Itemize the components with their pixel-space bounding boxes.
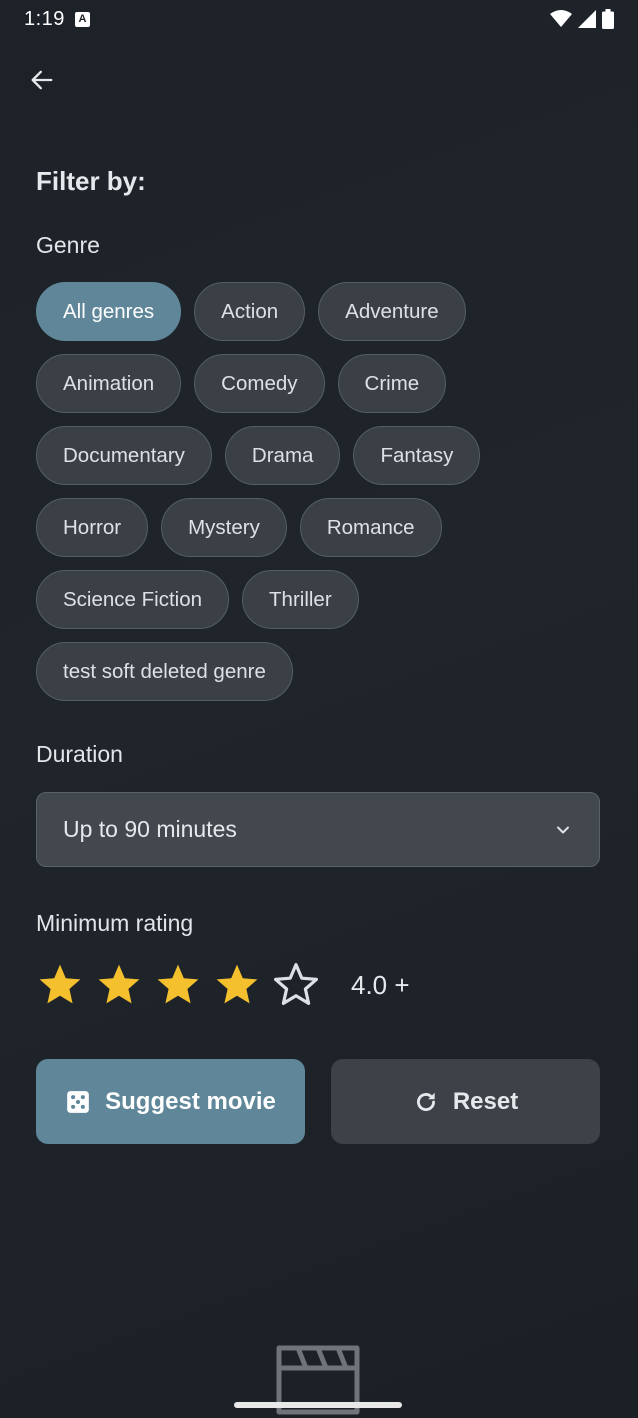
status-time: 1:19 <box>24 7 65 30</box>
star-filled-icon[interactable] <box>95 961 143 1009</box>
rating-value: 4.0 + <box>351 969 410 1000</box>
reset-label: Reset <box>452 1087 519 1115</box>
genre-chip-row: test soft deleted genre <box>36 642 596 701</box>
reset-button[interactable]: Reset <box>331 1059 600 1144</box>
home-indicator[interactable] <box>234 1402 402 1408</box>
duration-label: Duration <box>36 741 123 767</box>
wifi-icon <box>550 10 572 27</box>
star-filled-icon[interactable] <box>154 961 202 1009</box>
notification-badge-icon: A <box>74 11 90 27</box>
genre-chip[interactable]: Mystery <box>161 498 287 557</box>
signal-icon <box>578 10 596 28</box>
genre-chip[interactable]: Documentary <box>36 426 212 485</box>
chevron-down-icon <box>553 820 573 840</box>
star-filled-icon[interactable] <box>36 961 84 1009</box>
genre-chip-row: Horror Mystery Romance <box>36 498 596 557</box>
genre-chip-row: Animation Comedy Crime <box>36 354 596 413</box>
suggest-movie-button[interactable]: Suggest movie <box>36 1059 305 1144</box>
genre-chip[interactable]: Crime <box>337 354 447 413</box>
genre-chip[interactable]: Thriller <box>242 570 359 629</box>
rating-label: Minimum rating <box>36 910 194 936</box>
genre-chip[interactable]: Science Fiction <box>36 570 230 629</box>
genre-chip[interactable]: Drama <box>224 426 341 485</box>
dice-icon <box>67 1090 89 1113</box>
star-empty-icon[interactable] <box>272 961 320 1009</box>
refresh-icon <box>416 1092 435 1111</box>
battery-icon <box>602 9 614 29</box>
star-filled-icon[interactable] <box>213 961 261 1009</box>
genre-label: Genre <box>36 232 100 258</box>
genre-chip-row: Science Fiction Thriller <box>36 570 596 629</box>
back-button[interactable] <box>22 60 62 100</box>
arrow-left-icon <box>31 70 53 90</box>
suggest-movie-label: Suggest movie <box>105 1087 276 1115</box>
status-bar: 1:19 A <box>0 0 638 38</box>
genre-chip[interactable]: Comedy <box>194 354 325 413</box>
genre-chip[interactable]: Horror <box>36 498 149 557</box>
genre-chip-group: All genres Action Adventure Animation Comedy… <box>36 282 596 714</box>
page-title: Filter by: <box>36 166 146 196</box>
genre-chip[interactable]: Action <box>194 282 306 341</box>
status-icons <box>550 9 614 29</box>
genre-chip[interactable]: Animation <box>36 354 182 413</box>
genre-chip[interactable]: Adventure <box>318 282 466 341</box>
genre-chip-row: All genres Action Adventure <box>36 282 596 341</box>
duration-dropdown[interactable]: Up to 90 minutes <box>36 792 600 867</box>
genre-chip[interactable]: Fantasy <box>353 426 481 485</box>
duration-value: Up to 90 minutes <box>63 816 237 842</box>
genre-chip[interactable]: test soft deleted genre <box>36 642 293 701</box>
genre-chip[interactable]: Romance <box>299 498 442 557</box>
genre-chip[interactable]: All genres <box>36 282 182 341</box>
star-rating: 4.0 + <box>36 960 410 1010</box>
genre-chip-row: Documentary Drama Fantasy <box>36 426 596 485</box>
